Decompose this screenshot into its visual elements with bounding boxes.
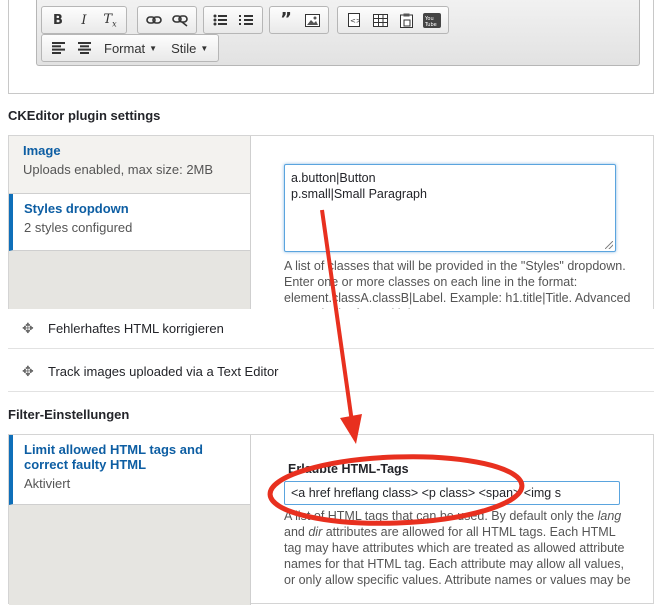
- annotation-overlay: [267, 209, 525, 526]
- annotation-ellipse: [267, 454, 525, 526]
- annotation-arrowhead-icon: [340, 414, 362, 444]
- annotation-arrow-line: [320, 209, 354, 423]
